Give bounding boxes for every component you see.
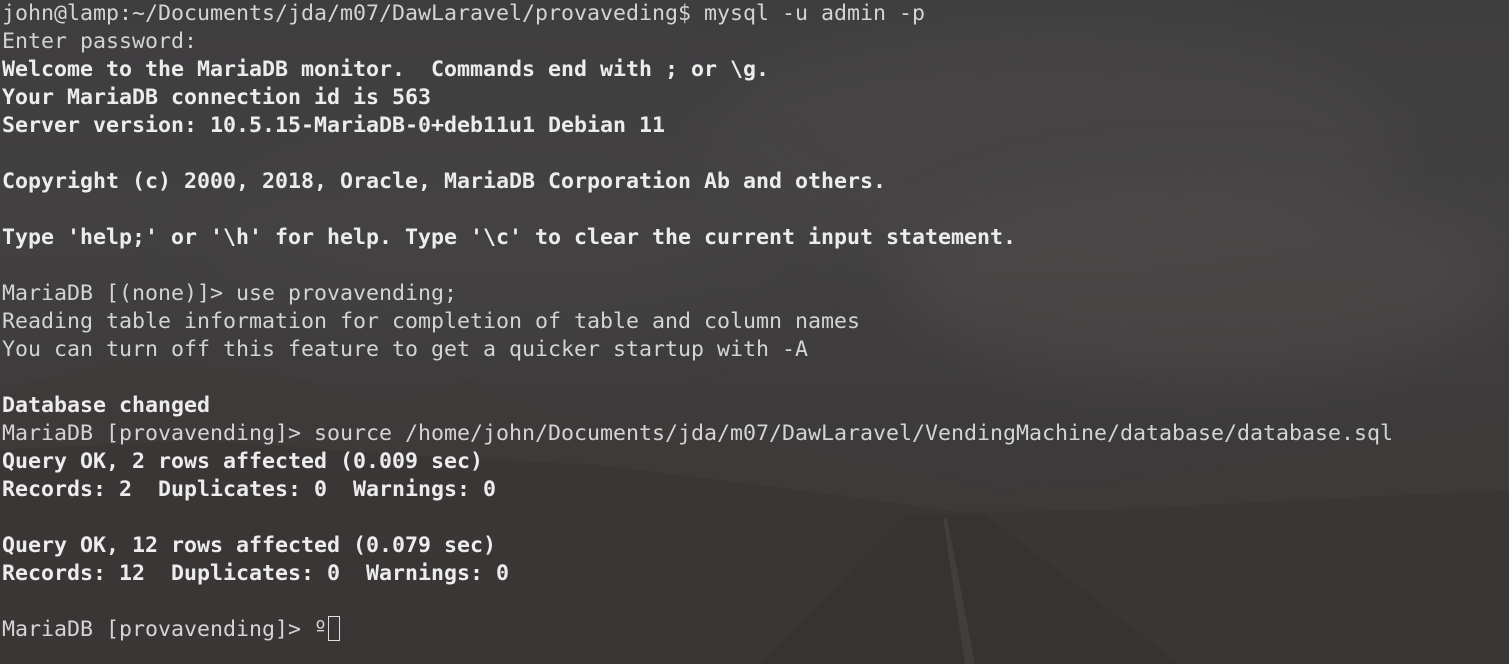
terminal-output[interactable]: john@lamp:~/Documents/jda/m07/DawLaravel… — [2, 0, 1509, 664]
terminal-line: Database changed — [2, 393, 211, 418]
terminal-line: MariaDB [(none)]> use provavending; — [2, 281, 458, 306]
prompt-line[interactable]: MariaDB [provavending]> º — [2, 616, 1509, 644]
terminal-line: Query OK, 2 rows affected (0.009 sec) — [2, 449, 484, 474]
terminal-line: You can turn off this feature to get a q… — [2, 337, 809, 362]
terminal-line: john@lamp:~/Documents/jda/m07/DawLaravel… — [2, 1, 926, 26]
terminal-line: Enter password: — [2, 29, 198, 54]
terminal-line: Records: 2 Duplicates: 0 Warnings: 0 — [2, 477, 497, 502]
terminal-line: Reading table information for completion… — [2, 309, 861, 334]
terminal-line: Copyright (c) 2000, 2018, Oracle, MariaD… — [2, 169, 887, 194]
terminal-line: Query OK, 12 rows affected (0.079 sec) — [2, 533, 497, 558]
terminal-line: Welcome to the MariaDB monitor. Commands… — [2, 57, 770, 82]
terminal-line: Server version: 10.5.15-MariaDB-0+deb11u… — [2, 113, 666, 138]
text-cursor — [328, 616, 341, 641]
command-input[interactable]: º — [314, 617, 327, 642]
terminal-line: MariaDB [provavending]> source /home/joh… — [2, 421, 1394, 446]
mariadb-prompt: MariaDB [provavending]> — [2, 617, 315, 642]
terminal-line: Your MariaDB connection id is 563 — [2, 85, 432, 110]
terminal-line: Records: 12 Duplicates: 0 Warnings: 0 — [2, 561, 510, 586]
terminal-line: Type 'help;' or '\h' for help. Type '\c'… — [2, 225, 1017, 250]
